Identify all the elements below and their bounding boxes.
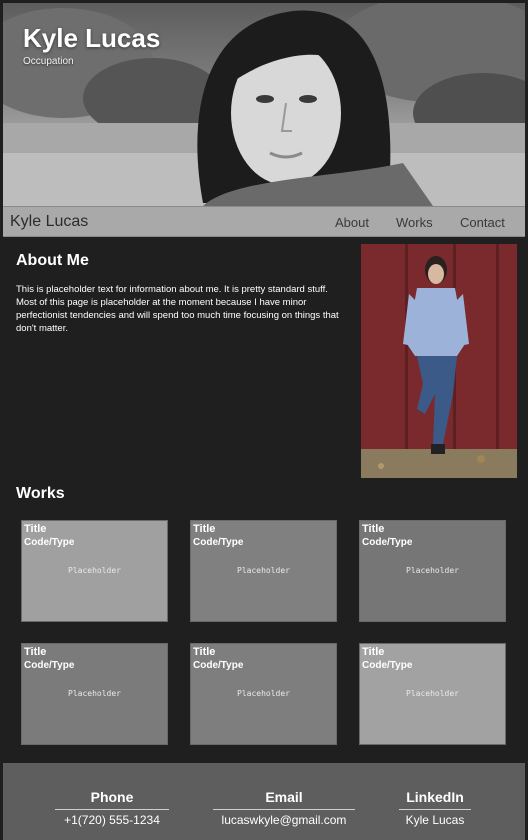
standing-person-image xyxy=(361,244,517,478)
work-type: Code/Type xyxy=(24,660,75,671)
nav-link-works[interactable]: Works xyxy=(396,215,433,230)
work-card[interactable]: Title Code/Type Placeholder xyxy=(21,643,168,745)
hero-name: Kyle Lucas xyxy=(23,23,161,53)
work-placeholder: Placeholder xyxy=(406,689,459,698)
about-title: About Me xyxy=(16,252,89,269)
work-type: Code/Type xyxy=(362,537,413,548)
work-type: Code/Type xyxy=(193,537,244,548)
nav-link-about[interactable]: About xyxy=(335,215,369,230)
work-placeholder: Placeholder xyxy=(406,566,459,575)
work-card[interactable]: Title Code/Type Placeholder xyxy=(190,520,337,622)
work-card[interactable]: Title Code/Type Placeholder xyxy=(359,520,506,622)
footer-email: Email lucaswkyle@gmail.com xyxy=(213,789,355,827)
work-type: Code/Type xyxy=(193,660,244,671)
about-photo xyxy=(361,244,517,478)
hero-banner: Kyle Lucas Occupation xyxy=(3,3,525,206)
nav-brand[interactable]: Kyle Lucas xyxy=(10,213,88,231)
footer-linkedin: LinkedIn Kyle Lucas xyxy=(399,789,471,827)
phone-value[interactable]: +1(720) 555-1234 xyxy=(55,810,169,827)
email-label: Email xyxy=(265,789,303,805)
linkedin-value[interactable]: Kyle Lucas xyxy=(399,810,471,827)
work-card[interactable]: Title Code/Type Placeholder xyxy=(21,520,168,622)
work-type: Code/Type xyxy=(24,537,75,548)
hero-occupation: Occupation xyxy=(23,56,74,67)
work-title: Title xyxy=(362,646,385,658)
work-placeholder: Placeholder xyxy=(237,689,290,698)
works-title: Works xyxy=(16,485,65,502)
work-type: Code/Type xyxy=(362,660,413,671)
work-title: Title xyxy=(193,646,216,658)
work-title: Title xyxy=(193,523,216,535)
work-title: Title xyxy=(24,646,47,658)
email-value[interactable]: lucaswkyle@gmail.com xyxy=(213,810,355,827)
work-title: Title xyxy=(362,523,385,535)
linkedin-label: LinkedIn xyxy=(406,789,464,805)
work-card[interactable]: Title Code/Type Placeholder xyxy=(190,643,337,745)
work-placeholder: Placeholder xyxy=(68,689,121,698)
about-text: This is placeholder text for information… xyxy=(16,284,339,335)
work-title: Title xyxy=(24,523,47,535)
work-card[interactable]: Title Code/Type Placeholder xyxy=(359,643,506,745)
work-placeholder: Placeholder xyxy=(68,566,121,575)
top-navbar: Kyle Lucas About Works Contact xyxy=(3,206,525,237)
nav-link-contact[interactable]: Contact xyxy=(460,215,505,230)
footer: Phone +1(720) 555-1234 Email lucaswkyle@… xyxy=(3,763,525,840)
work-placeholder: Placeholder xyxy=(237,566,290,575)
phone-label: Phone xyxy=(90,789,134,805)
footer-phone: Phone +1(720) 555-1234 xyxy=(55,789,169,827)
